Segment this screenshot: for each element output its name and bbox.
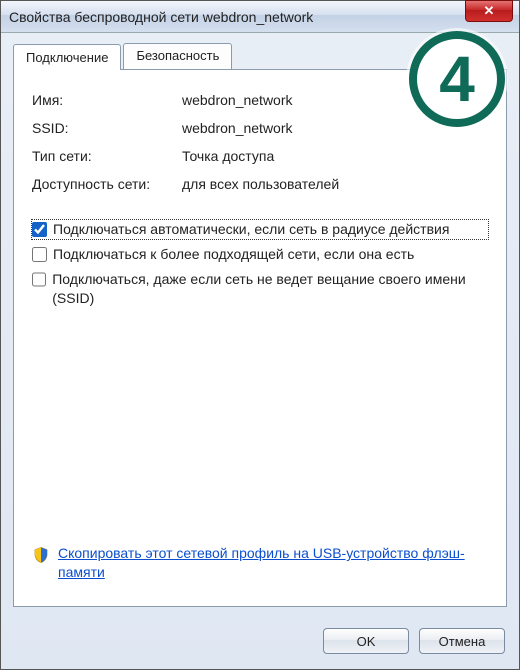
button-row: OK Отмена (1, 619, 519, 669)
ok-button[interactable]: OK (323, 628, 409, 654)
check-hidden-ssid[interactable]: Подключаться, даже если сеть не ведет ве… (32, 270, 488, 308)
label-nettype: Тип сети: (32, 148, 182, 164)
checkbox-hidden-ssid[interactable] (32, 272, 46, 287)
cancel-button[interactable]: Отмена (419, 628, 505, 654)
shield-icon (32, 546, 50, 564)
window-title: Свойства беспроводной сети webdron_netwo… (9, 9, 511, 25)
window: Свойства беспроводной сети webdron_netwo… (0, 0, 520, 670)
label-ssid: SSID: (32, 120, 182, 136)
checkbox-group: Подключаться автоматически, если сеть в … (32, 220, 488, 308)
close-icon: ✕ (484, 3, 495, 19)
check-auto-connect-label: Подключаться автоматически, если сеть в … (53, 220, 449, 239)
tab-connection-label: Подключение (26, 50, 108, 65)
check-prefer-network-label: Подключаться к более подходящей сети, ес… (53, 245, 414, 264)
check-hidden-ssid-label: Подключаться, даже если сеть не ведет ве… (52, 270, 488, 308)
check-prefer-network[interactable]: Подключаться к более подходящей сети, ес… (32, 245, 488, 264)
checkbox-prefer-network[interactable] (32, 247, 47, 262)
tab-security[interactable]: Безопасность (123, 43, 232, 69)
tab-connection[interactable]: Подключение (13, 44, 121, 70)
tab-panel: Имя: webdron_network SSID: webdron_netwo… (13, 69, 507, 607)
value-nettype: Точка доступа (182, 148, 488, 164)
titlebar: Свойства беспроводной сети webdron_netwo… (1, 1, 519, 33)
close-button[interactable]: ✕ (465, 0, 513, 22)
copy-profile-row: Скопировать этот сетевой профиль на USB-… (32, 544, 488, 590)
step-badge: 4 (409, 31, 505, 127)
label-availability: Доступность сети: (32, 176, 182, 192)
checkbox-auto-connect[interactable] (32, 222, 47, 237)
copy-profile-link[interactable]: Скопировать этот сетевой профиль на USB-… (58, 544, 488, 582)
value-availability: для всех пользователей (182, 176, 488, 192)
tab-security-label: Безопасность (136, 48, 219, 63)
step-badge-number: 4 (439, 47, 475, 111)
label-name: Имя: (32, 92, 182, 108)
check-auto-connect[interactable]: Подключаться автоматически, если сеть в … (32, 220, 488, 239)
